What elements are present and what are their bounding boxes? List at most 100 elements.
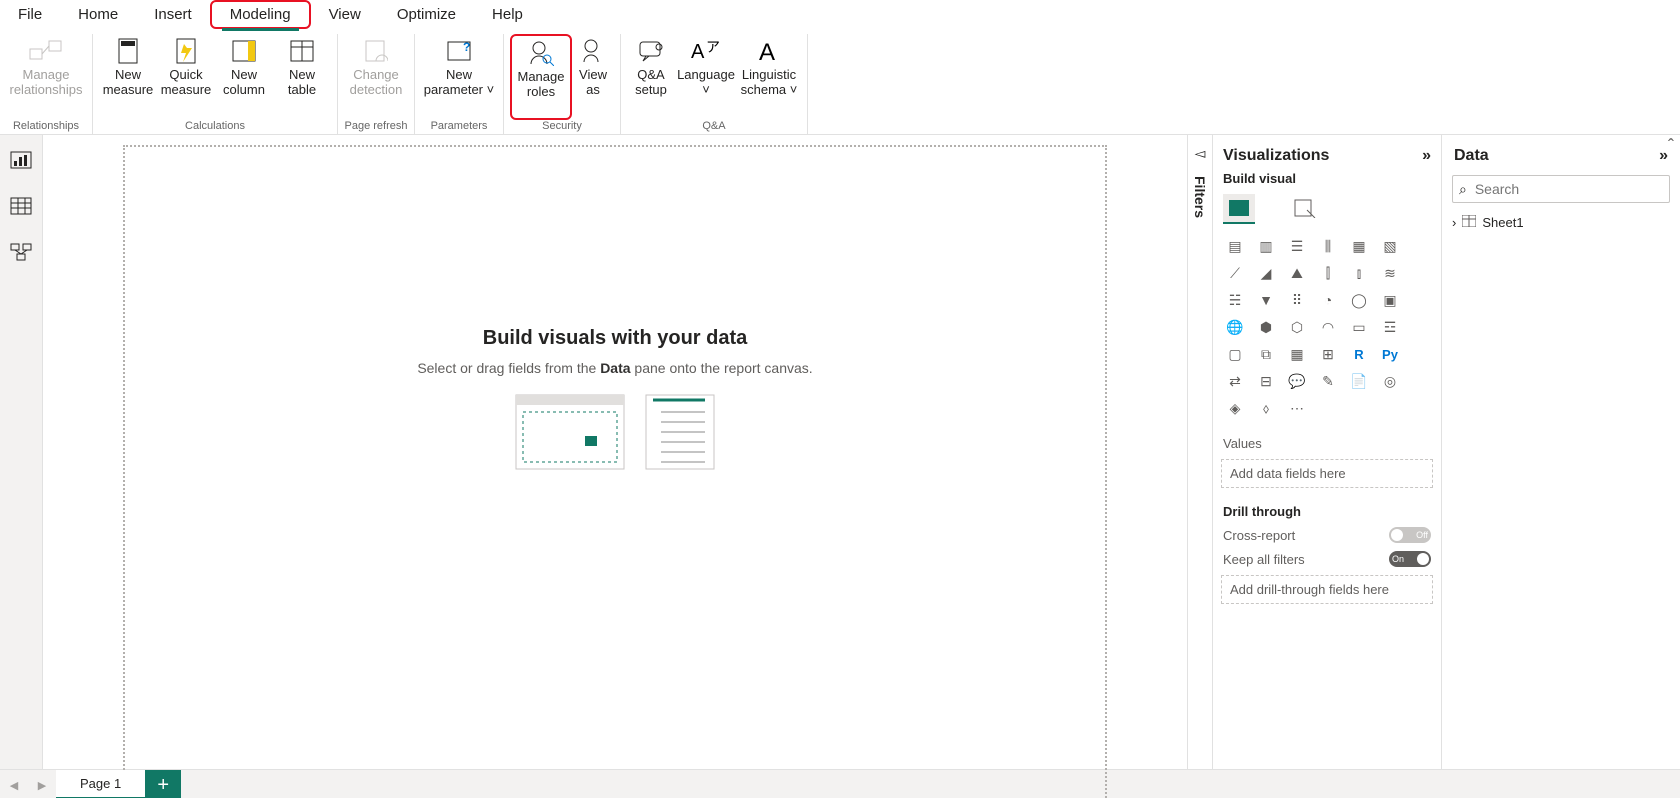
filters-pane-collapsed[interactable]: ◅ Filters (1187, 135, 1212, 769)
viz-title: Visualizations (1223, 147, 1329, 165)
ribbon-collapse-button[interactable]: ˆ (1668, 136, 1674, 157)
left-view-rail (0, 135, 43, 769)
viz-slicer[interactable]: ⧉ (1252, 342, 1280, 366)
drillthrough-fieldwell[interactable]: Add drill-through fields here (1221, 575, 1433, 604)
viz-area[interactable]: ◢ (1252, 261, 1280, 285)
model-view-button[interactable] (8, 241, 34, 263)
label: Manage (23, 68, 70, 83)
change-detection-button[interactable]: Change detection (344, 34, 408, 120)
viz-smart-narrative[interactable]: ✎ (1314, 369, 1342, 393)
l1: New (446, 68, 472, 83)
viz-qa-visual[interactable]: 💬 (1283, 369, 1311, 393)
l2: as (586, 83, 600, 98)
tab-help[interactable]: Help (474, 2, 541, 27)
search-input[interactable] (1473, 180, 1663, 198)
quick-measure-button[interactable]: Quick measure (157, 34, 215, 120)
group-label: Page refresh (345, 120, 408, 134)
viz-filled-map[interactable]: ⬢ (1252, 315, 1280, 339)
viz-line[interactable]: ⟋ (1221, 261, 1249, 285)
viz-metrics[interactable]: ◎ (1376, 369, 1404, 393)
viz-table[interactable]: ▦ (1283, 342, 1311, 366)
viz-multi-row-card[interactable]: ☲ (1376, 315, 1404, 339)
new-measure-button[interactable]: New measure (99, 34, 157, 120)
viz-key-influencers[interactable]: ⇄ (1221, 369, 1249, 393)
tab-modeling[interactable]: Modeling (210, 0, 311, 29)
viz-100-stacked-bar[interactable]: ▦ (1345, 234, 1373, 258)
viz-stacked-column[interactable]: ▥ (1252, 234, 1280, 258)
ribbon-tabs: File Home Insert Modeling View Optimize … (0, 0, 1680, 28)
viz-map[interactable]: 🌐 (1221, 315, 1249, 339)
viz-line-stacked-column[interactable]: ⫿ (1314, 261, 1342, 285)
tab-view[interactable]: View (311, 2, 379, 27)
drill-label: Drill through (1221, 492, 1433, 523)
values-fieldwell[interactable]: Add data fields here (1221, 459, 1433, 488)
report-view-button[interactable] (8, 149, 34, 171)
viz-line-clustered-column[interactable]: ⫾ (1345, 261, 1373, 285)
new-table-button[interactable]: New table (273, 34, 331, 120)
viz-py-visual[interactable]: Py (1376, 342, 1404, 366)
viz-donut[interactable]: ◯ (1345, 288, 1373, 312)
viz-funnel[interactable]: ▼ (1252, 288, 1280, 312)
viz-scatter[interactable]: ⠿ (1283, 288, 1311, 312)
viz-azure-map[interactable]: ⬡ (1283, 315, 1311, 339)
manage-roles-button[interactable]: Manage roles (510, 34, 572, 120)
viz-pie[interactable]: ◔ (1314, 288, 1342, 312)
data-collapse-icon[interactable]: » (1659, 147, 1668, 165)
values-label: Values (1221, 424, 1433, 455)
viz-stacked-bar[interactable]: ▤ (1221, 234, 1249, 258)
viz-power-apps[interactable]: ◈ (1221, 396, 1249, 420)
filters-label: Filters (1192, 176, 1208, 218)
viz-more-visuals[interactable]: ⋯ (1283, 396, 1311, 420)
view-as-icon (581, 36, 605, 66)
language-button[interactable]: Aア Language ˅ (675, 34, 737, 120)
keep-filters-toggle[interactable]: On (1389, 551, 1431, 567)
viz-clustered-bar[interactable]: ☰ (1283, 234, 1311, 258)
l2: measure (103, 83, 154, 98)
data-view-button[interactable] (8, 195, 34, 217)
state: Off (1416, 530, 1428, 540)
viz-collapse-icon[interactable]: » (1422, 147, 1431, 165)
viz-matrix[interactable]: ⊞ (1314, 342, 1342, 366)
linguistic-schema-button[interactable]: A Linguistic schema ˅ (737, 34, 801, 120)
viz-paginated[interactable]: 📄 (1345, 369, 1373, 393)
viz-clustered-column[interactable]: ⫼ (1314, 234, 1342, 258)
viz-ribbon[interactable]: ≋ (1376, 261, 1404, 285)
search-box[interactable]: ⌕ (1452, 175, 1670, 203)
table-sheet1[interactable]: › Sheet1 (1452, 213, 1670, 232)
add-page-button[interactable]: + (145, 770, 181, 798)
cross-report-toggle[interactable]: Off (1389, 527, 1431, 543)
format-visual-mode[interactable] (1289, 194, 1321, 222)
t2: Data (600, 360, 630, 376)
page-prev-button[interactable]: ◀ (0, 770, 28, 798)
l1: New (231, 68, 257, 83)
tab-insert[interactable]: Insert (136, 2, 210, 27)
page-tab-1[interactable]: Page 1 (56, 770, 145, 798)
l2: detection (350, 83, 403, 98)
viz-power-automate[interactable]: ⬨ (1252, 396, 1280, 420)
qa-setup-button[interactable]: Q&A setup (627, 34, 675, 120)
viz-card[interactable]: ▭ (1345, 315, 1373, 339)
viz-waterfall[interactable]: ☵ (1221, 288, 1249, 312)
l2: column (223, 83, 265, 98)
viz-100-stacked-column[interactable]: ▧ (1376, 234, 1404, 258)
viz-stacked-area[interactable]: ⛰ (1283, 261, 1311, 285)
viz-gauge[interactable]: ◠ (1314, 315, 1342, 339)
viz-kpi[interactable]: ▢ (1221, 342, 1249, 366)
new-column-button[interactable]: New column (215, 34, 273, 120)
report-canvas[interactable]: Build visuals with your data Select or d… (123, 145, 1107, 798)
build-visual-mode[interactable] (1223, 194, 1255, 224)
view-as-button[interactable]: View as (572, 34, 614, 120)
new-parameter-button[interactable]: ? New parameter ˅ (421, 34, 497, 120)
viz-decomposition[interactable]: ⊟ (1252, 369, 1280, 393)
l1: New (289, 68, 315, 83)
l2: ˅ (702, 83, 710, 98)
group-qa: Q&A setup Aア Language ˅ A Linguistic sch… (621, 34, 808, 134)
tab-optimize[interactable]: Optimize (379, 2, 474, 27)
svg-text:A: A (759, 40, 775, 62)
viz-r-visual[interactable]: R (1345, 342, 1373, 366)
manage-relationships-button[interactable]: Manage relationships (6, 34, 86, 120)
tab-home[interactable]: Home (60, 2, 136, 27)
page-next-button[interactable]: ▶ (28, 770, 56, 798)
viz-treemap[interactable]: ▣ (1376, 288, 1404, 312)
tab-file[interactable]: File (0, 2, 60, 27)
